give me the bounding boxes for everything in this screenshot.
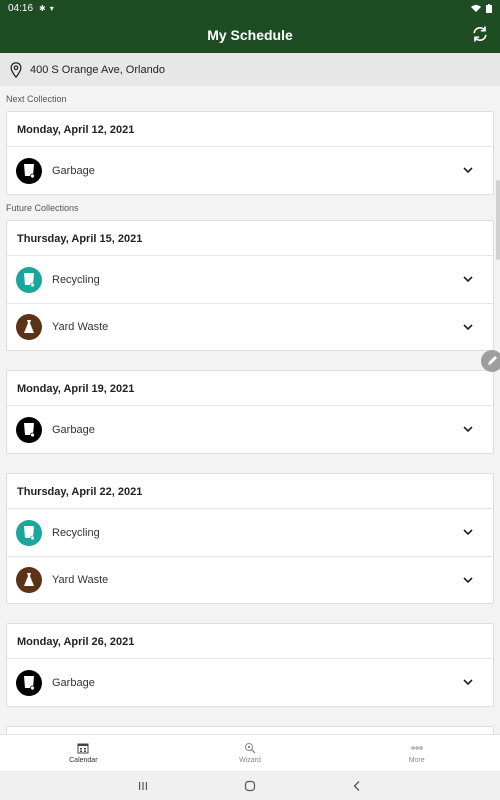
chevron-down-icon[interactable] xyxy=(463,575,473,585)
pencil-icon xyxy=(488,356,497,365)
collection-item-garbage[interactable]: Garbage xyxy=(7,406,493,453)
back-icon[interactable] xyxy=(351,780,363,792)
edit-button[interactable] xyxy=(481,350,500,372)
collection-item-label: Recycling xyxy=(52,526,100,539)
battery-icon xyxy=(486,3,492,13)
nav-item-more[interactable]: More xyxy=(333,735,500,771)
next-collection-label: Next Collection xyxy=(6,94,67,104)
schedule-list[interactable]: Next Collection Monday, April 12, 2021 G… xyxy=(0,86,500,734)
system-nav-bar xyxy=(0,771,500,800)
yard-waste-bag-icon xyxy=(16,314,42,340)
status-bar: 04:16 ✱ ▾ xyxy=(0,0,500,16)
collection-item-yard-waste[interactable]: Yard Waste xyxy=(7,303,493,350)
nav-label-more: More xyxy=(408,757,425,764)
collection-item-label: Garbage xyxy=(52,423,95,436)
bottom-nav: Calendar Wizard More xyxy=(0,734,500,771)
notification-mic-icon: ▾ xyxy=(49,3,54,13)
chevron-down-icon[interactable] xyxy=(463,424,473,434)
chevron-down-icon[interactable] xyxy=(463,527,473,537)
collection-card: Monday, April 26, 2021 Garbage xyxy=(6,623,494,707)
nav-item-calendar[interactable]: Calendar xyxy=(0,735,167,771)
address-bar[interactable]: 400 S Orange Ave, Orlando xyxy=(0,53,500,86)
future-collections-label: Future Collections xyxy=(6,203,79,213)
chevron-down-icon[interactable] xyxy=(463,677,473,687)
notification-star-icon: ✱ xyxy=(39,3,46,13)
calendar-icon xyxy=(77,743,89,754)
collection-card-partial xyxy=(6,726,494,734)
collection-card: Thursday, April 15, 2021 Recycling Yard … xyxy=(6,220,494,351)
home-icon[interactable] xyxy=(244,780,256,792)
collection-item-recycling[interactable]: Recycling xyxy=(7,509,493,556)
recent-apps-icon[interactable] xyxy=(137,780,149,792)
collection-item-label: Yard Waste xyxy=(52,321,109,333)
chevron-down-icon[interactable] xyxy=(463,165,473,175)
wifi-icon xyxy=(471,5,481,12)
collection-item-label: Garbage xyxy=(52,676,95,689)
collection-card: Monday, April 19, 2021 Garbage xyxy=(6,370,494,454)
card-spacer xyxy=(0,351,500,370)
collection-card: Thursday, April 22, 2021 Recycling Yard … xyxy=(6,473,494,604)
collection-date: Monday, April 19, 2021 xyxy=(7,371,493,406)
wizard-search-icon xyxy=(245,743,256,754)
collection-item-label: Yard Waste xyxy=(52,574,109,586)
refresh-icon[interactable] xyxy=(470,24,490,44)
page-title: My Schedule xyxy=(207,26,293,43)
nav-label-wizard: Wizard xyxy=(239,757,261,764)
status-time: 04:16 xyxy=(8,2,34,14)
yard-waste-bag-icon xyxy=(16,567,42,593)
address-text: 400 S Orange Ave, Orlando xyxy=(30,63,165,76)
nav-label-calendar: Calendar xyxy=(69,757,98,764)
app-bar: My Schedule xyxy=(0,16,500,53)
collection-date: Thursday, April 22, 2021 xyxy=(7,474,493,509)
collection-item-label: Recycling xyxy=(52,273,100,286)
recycling-cart-icon xyxy=(16,519,42,546)
collection-card: Monday, April 12, 2021 Garbage xyxy=(6,111,494,195)
garbage-cart-icon xyxy=(16,157,42,184)
garbage-cart-icon xyxy=(16,669,42,696)
collection-date: Thursday, April 15, 2021 xyxy=(7,221,493,256)
collection-item-recycling[interactable]: Recycling xyxy=(7,256,493,303)
card-spacer xyxy=(0,707,500,726)
collection-date: Monday, April 26, 2021 xyxy=(7,624,493,659)
scrollbar[interactable] xyxy=(496,180,500,260)
card-spacer xyxy=(0,604,500,623)
collection-item-garbage[interactable]: Garbage xyxy=(7,659,493,706)
collection-item-yard-waste[interactable]: Yard Waste xyxy=(7,556,493,603)
garbage-cart-icon xyxy=(16,416,42,443)
collection-date: Monday, April 12, 2021 xyxy=(7,112,493,147)
recycling-cart-icon xyxy=(16,266,42,293)
collection-item-garbage[interactable]: Garbage xyxy=(7,147,493,194)
chevron-down-icon[interactable] xyxy=(463,274,473,284)
chevron-down-icon[interactable] xyxy=(463,322,473,332)
nav-item-wizard[interactable]: Wizard xyxy=(167,735,334,771)
collection-item-label: Garbage xyxy=(52,164,95,177)
more-dots-icon xyxy=(411,746,423,750)
card-spacer xyxy=(0,454,500,473)
location-pin-icon xyxy=(10,61,22,78)
